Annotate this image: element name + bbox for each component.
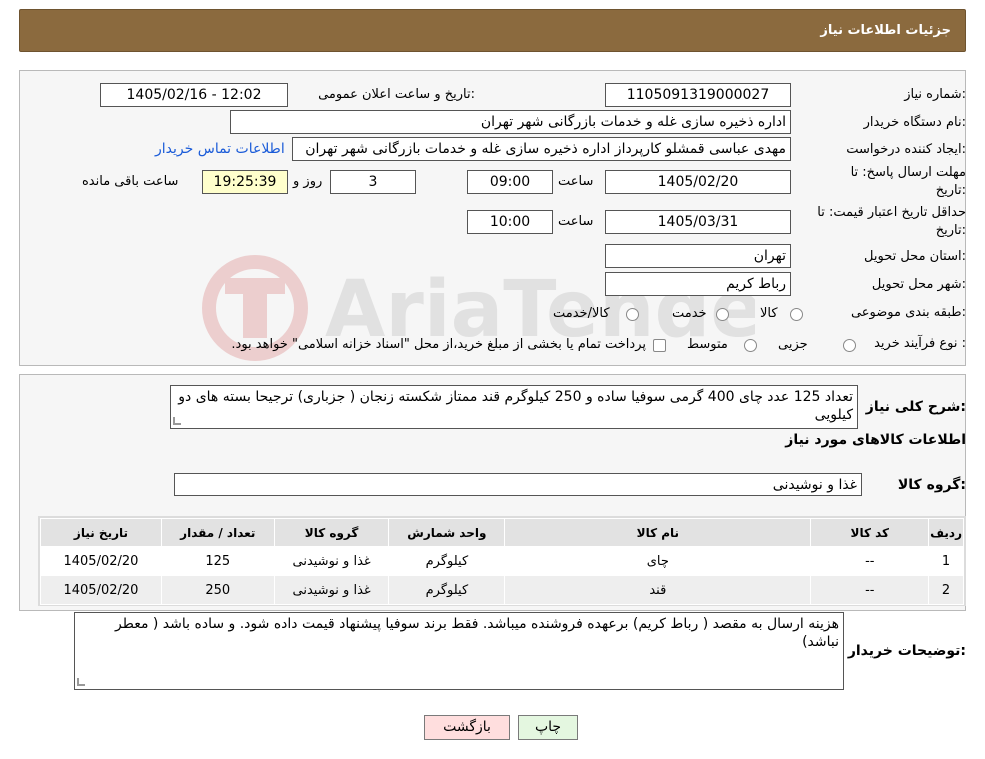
process-label: نوع فرآیند خرید : bbox=[874, 336, 966, 351]
cell-group: غذا و نوشیدنی bbox=[273, 575, 390, 605]
cell-date: 1405/02/20 bbox=[40, 575, 162, 605]
cell-code: -- bbox=[810, 575, 930, 605]
treasury-checkbox[interactable] bbox=[653, 339, 666, 352]
process-medium-radio[interactable] bbox=[744, 339, 757, 352]
resize-handle-icon[interactable] bbox=[173, 417, 181, 425]
page-header: جزئیات اطلاعات نیاز bbox=[19, 9, 966, 52]
col-date: تاریخ نیاز bbox=[40, 518, 162, 547]
buyer-label: نام دستگاه خریدار: bbox=[863, 115, 966, 130]
group-field: غذا و نوشیدنی bbox=[174, 473, 862, 496]
contact-info-link[interactable]: اطلاعات تماس خریدار bbox=[155, 141, 285, 157]
cell-name: چای bbox=[504, 546, 812, 576]
announce-field: 1405/02/16 - 12:02 bbox=[100, 83, 288, 107]
table-row[interactable]: 1 -- چای کیلوگرم غذا و نوشیدنی 125 1405/… bbox=[40, 546, 964, 576]
table-header-row: ردیف کد کالا نام کالا واحد شمارش گروه کا… bbox=[40, 518, 964, 547]
deadline-time-field: 09:00 bbox=[467, 170, 553, 194]
table-row[interactable]: 2 -- قند کیلوگرم غذا و نوشیدنی 250 1405/… bbox=[40, 575, 964, 605]
col-name: نام کالا bbox=[504, 518, 812, 547]
cell-row: 2 bbox=[928, 575, 964, 605]
category-service-label: خدمت bbox=[672, 306, 707, 321]
col-row: ردیف bbox=[928, 518, 964, 547]
days-label: روز و bbox=[293, 174, 323, 189]
category-label: طبقه بندی موضوعی: bbox=[850, 305, 966, 320]
category-goods-radio[interactable] bbox=[790, 308, 803, 321]
province-field: تهران bbox=[605, 244, 791, 268]
col-unit: واحد شمارش bbox=[388, 518, 506, 547]
items-title: اطلاعات کالاهای مورد نیاز bbox=[785, 432, 966, 448]
process-medium-label: متوسط bbox=[687, 337, 728, 352]
validity-label-2: تاریخ: bbox=[935, 223, 966, 238]
province-label: استان محل تحویل: bbox=[864, 249, 966, 264]
category-goods-service-label: کالا/خدمت bbox=[553, 306, 610, 321]
validity-date-field: 1405/03/31 bbox=[605, 210, 791, 234]
creator-label: ایجاد کننده درخواست: bbox=[846, 142, 966, 157]
cell-qty: 250 bbox=[160, 575, 275, 605]
cell-name: قند bbox=[504, 575, 812, 605]
col-group: گروه کالا bbox=[273, 518, 390, 547]
col-code: کد کالا bbox=[810, 518, 930, 547]
cell-qty: 125 bbox=[160, 546, 275, 576]
page-title: جزئیات اطلاعات نیاز bbox=[820, 23, 951, 38]
notes-label: توضیحات خریدار: bbox=[847, 643, 966, 659]
validity-time-label: ساعت bbox=[558, 214, 594, 229]
group-label: گروه کالا: bbox=[897, 477, 966, 493]
deadline-label-1: مهلت ارسال پاسخ: تا bbox=[850, 165, 966, 180]
cell-group: غذا و نوشیدنی bbox=[273, 546, 390, 576]
cell-unit: کیلوگرم bbox=[388, 546, 506, 576]
category-goods-label: کالا bbox=[760, 306, 778, 321]
days-field: 3 bbox=[330, 170, 416, 194]
need-number-field: 1105091319000027 bbox=[605, 83, 791, 107]
city-field: رباط کریم bbox=[605, 272, 791, 296]
cell-code: -- bbox=[810, 546, 930, 576]
process-note: پرداخت تمام یا بخشی از مبلغ خرید،از محل … bbox=[231, 337, 646, 352]
col-qty: تعداد / مقدار bbox=[160, 518, 275, 547]
remaining-label: ساعت باقی مانده bbox=[82, 174, 179, 189]
print-button[interactable]: چاپ bbox=[518, 715, 578, 740]
items-table: ردیف کد کالا نام کالا واحد شمارش گروه کا… bbox=[40, 518, 964, 605]
deadline-date-field: 1405/02/20 bbox=[605, 170, 791, 194]
cell-row: 1 bbox=[928, 546, 964, 576]
back-button[interactable]: بازگشت bbox=[424, 715, 510, 740]
summary-text[interactable]: تعداد 125 عدد چای 400 گرمی سوفیا ساده و … bbox=[170, 385, 858, 429]
category-service-radio[interactable] bbox=[716, 308, 729, 321]
items-table-frame: ردیف کد کالا نام کالا واحد شمارش گروه کا… bbox=[38, 516, 966, 606]
resize-handle-icon[interactable] bbox=[77, 678, 85, 686]
deadline-label-2: تاریخ: bbox=[935, 183, 966, 198]
need-number-label: شماره نیاز: bbox=[904, 87, 966, 102]
remaining-time-field: 19:25:39 bbox=[202, 170, 288, 194]
validity-time-field: 10:00 bbox=[467, 210, 553, 234]
process-minor-radio[interactable] bbox=[843, 339, 856, 352]
process-minor-label: جزیی bbox=[778, 337, 808, 352]
buyer-field: اداره ذخیره سازی غله و خدمات بازرگانی شه… bbox=[230, 110, 791, 134]
cell-date: 1405/02/20 bbox=[40, 546, 162, 576]
category-goods-service-radio[interactable] bbox=[626, 308, 639, 321]
notes-text[interactable]: هزینه ارسال به مقصد ( رباط کریم) برعهده … bbox=[74, 612, 844, 690]
creator-field: مهدی عباسی قمشلو کارپرداز اداره ذخیره سا… bbox=[292, 137, 791, 161]
city-label: شهر محل تحویل: bbox=[871, 277, 966, 292]
announce-label: تاریخ و ساعت اعلان عمومی: bbox=[318, 87, 475, 102]
deadline-time-label: ساعت bbox=[558, 174, 594, 189]
cell-unit: کیلوگرم bbox=[388, 575, 506, 605]
summary-label: شرح کلی نیاز: bbox=[865, 399, 966, 415]
validity-label-1: حداقل تاریخ اعتبار قیمت: تا bbox=[817, 205, 966, 220]
